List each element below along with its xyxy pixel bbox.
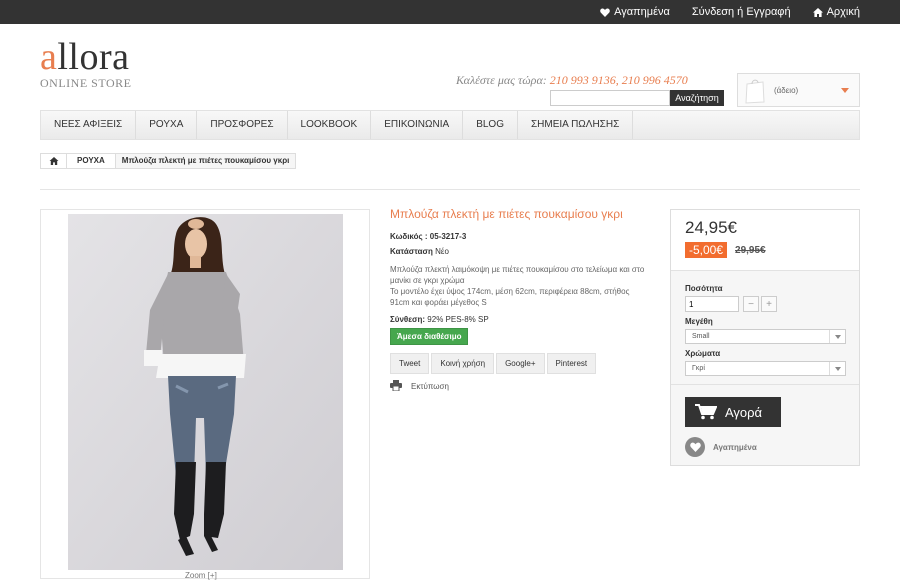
facebook-share-button[interactable]: Κοινή χρήση — [431, 353, 495, 374]
color-value: Γκρί — [692, 365, 705, 372]
main-nav: ΝΕΕΣ ΑΦΙΞΕΙΣ ΡΟΥΧΑ ΠΡΟΣΦΟΡΕΣ LOOKBOOK ΕΠ… — [40, 110, 860, 140]
product-code-row: Κωδικός : 05-3217-3 — [390, 232, 650, 241]
nav-item-new-arrivals[interactable]: ΝΕΕΣ ΑΦΙΞΕΙΣ — [41, 111, 137, 139]
nav-item-offers[interactable]: ΠΡΟΣΦΟΡΕΣ — [197, 111, 288, 139]
home-label: Αρχική — [826, 6, 860, 18]
description-line-1: Μπλούζα πλεκτή λαιμόκοψη με πιέτες πουκα… — [390, 265, 645, 285]
nav-item-stores[interactable]: ΣΗΜΕΙΑ ΠΩΛΗΣΗΣ — [518, 111, 634, 139]
print-label: Εκτύπωση — [411, 382, 449, 391]
product-code-label: Κωδικός : — [390, 232, 428, 241]
site-logo[interactable]: allora ONLINE STORE — [40, 38, 131, 91]
product-info: Μπλούζα πλεκτή με πιέτες πουκαμίσου γκρι… — [390, 207, 650, 393]
discount-badge: -5,00€ — [685, 242, 728, 258]
quantity-label: Ποσότητα — [685, 284, 723, 293]
google-plus-button[interactable]: Google+ — [496, 353, 545, 374]
home-link[interactable]: Αρχική — [812, 6, 860, 18]
product-options: Ποσότητα − + Μεγέθη Small Χρώματα Γκρί — [671, 271, 859, 385]
search-input[interactable] — [550, 90, 670, 106]
logo-first-letter: a — [40, 36, 58, 78]
composition-value: 92% PES-8% SP — [427, 315, 489, 324]
breadcrumb-category[interactable]: ΡΟΥΧΑ — [67, 154, 116, 168]
search-bar: Αναζήτηση — [550, 90, 724, 106]
shopping-bag-icon — [744, 76, 766, 104]
price-area: 24,95€ -5,00€ 29,95€ — [671, 210, 859, 271]
description-line-2: Το μοντέλο έχει ύψος 174cm, μέση 62cm, π… — [390, 287, 630, 307]
cart-label: (άδειο) — [774, 85, 799, 95]
size-value: Small — [692, 333, 710, 340]
product-image-frame — [40, 209, 370, 579]
favorites-label: Αγαπημένα — [614, 6, 670, 18]
heart-icon — [600, 8, 610, 17]
current-price: 24,95€ — [685, 218, 737, 237]
discount-row: -5,00€ 29,95€ — [685, 242, 845, 258]
product-composition-row: Σύνθεση: 92% PES-8% SP — [390, 315, 650, 324]
color-select[interactable]: Γκρί — [685, 361, 846, 376]
home-icon — [49, 157, 58, 165]
product-condition: Νέο — [435, 247, 449, 256]
buy-button[interactable]: Αγορά — [685, 397, 781, 427]
quantity-input[interactable] — [685, 296, 739, 312]
chevron-down-icon — [841, 88, 849, 93]
wishlist-label: Αγαπημένα — [713, 442, 757, 452]
contact-numbers: 210 993 9136, 210 996 4570 — [549, 73, 688, 87]
breadcrumb-home[interactable] — [41, 154, 67, 168]
pinterest-button[interactable]: Pinterest — [546, 353, 597, 374]
logo-rest: llora — [57, 36, 130, 78]
size-label: Μεγέθη — [685, 317, 713, 326]
heart-icon — [685, 437, 705, 457]
contact-phone: Καλέστε μας τώρα: 210 993 9136, 210 996 … — [456, 73, 688, 88]
divider — [40, 189, 860, 190]
quantity-row: − + — [685, 296, 845, 312]
zoom-link[interactable]: Zoom [+] — [185, 571, 217, 580]
contact-label: Καλέστε μας τώρα: — [456, 73, 547, 87]
breadcrumb: ΡΟΥΧΑ Μπλούζα πλεκτή με πιέτες πουκαμίσο… — [40, 153, 297, 169]
quantity-minus-button[interactable]: − — [743, 296, 759, 312]
tweet-button[interactable]: Tweet — [390, 353, 430, 374]
product-photo[interactable] — [68, 214, 343, 570]
printer-icon — [390, 380, 402, 393]
purchase-box: 24,95€ -5,00€ 29,95€ Ποσότητα − + Μεγέθη… — [670, 209, 860, 466]
product-condition-row: Κατάσταση Νέο — [390, 247, 650, 256]
chevron-down-icon — [829, 362, 845, 375]
top-bar: Αγαπημένα Σύνδεση ή Εγγραφή Αρχική — [0, 0, 900, 24]
add-to-wishlist[interactable]: Αγαπημένα — [685, 437, 757, 457]
print-link[interactable]: Εκτύπωση — [390, 380, 650, 393]
logo-wordmark: allora — [40, 38, 131, 76]
nav-item-lookbook[interactable]: LOOKBOOK — [288, 111, 372, 139]
options-divider — [671, 384, 859, 385]
quantity-plus-button[interactable]: + — [761, 296, 777, 312]
color-label: Χρώματα — [685, 349, 721, 358]
cart-dropdown[interactable]: (άδειο) — [737, 73, 860, 107]
availability-badge: Άμεσα διαθέσιμο — [390, 328, 469, 345]
product-description: Μπλούζα πλεκτή λαιμόκοψη με πιέτες πουκα… — [390, 264, 650, 308]
size-select[interactable]: Small — [685, 329, 846, 344]
product-code: 05-3217-3 — [429, 232, 467, 241]
favorites-link[interactable]: Αγαπημένα — [600, 6, 670, 18]
nav-item-contact[interactable]: ΕΠΙΚΟΙΝΩΝΙΑ — [371, 111, 464, 139]
login-label: Σύνδεση ή Εγγραφή — [691, 6, 791, 18]
composition-label: Σύνθεση: — [390, 315, 426, 324]
buy-button-label: Αγορά — [725, 404, 763, 420]
chevron-down-icon — [829, 330, 845, 343]
breadcrumb-current: Μπλούζα πλεκτή με πιέτες πουκαμίσου γκρι — [121, 156, 290, 165]
search-button[interactable]: Αναζήτηση — [670, 90, 724, 106]
product-title: Μπλούζα πλεκτή με πιέτες πουκαμίσου γκρι — [390, 207, 623, 221]
nav-item-clothes[interactable]: ΡΟΥΧΑ — [136, 111, 198, 139]
shopping-cart-icon — [695, 404, 717, 420]
nav-item-blog[interactable]: BLOG — [463, 111, 518, 139]
old-price: 29,95€ — [735, 244, 766, 256]
header: allora ONLINE STORE Καλέστε μας τώρα: 21… — [0, 24, 900, 110]
home-icon — [812, 7, 823, 17]
product-condition-label: Κατάσταση — [390, 247, 433, 256]
share-buttons: Tweet Κοινή χρήση Google+ Pinterest — [390, 353, 650, 374]
logo-subtitle: ONLINE STORE — [40, 76, 132, 90]
login-link[interactable]: Σύνδεση ή Εγγραφή — [692, 6, 791, 18]
